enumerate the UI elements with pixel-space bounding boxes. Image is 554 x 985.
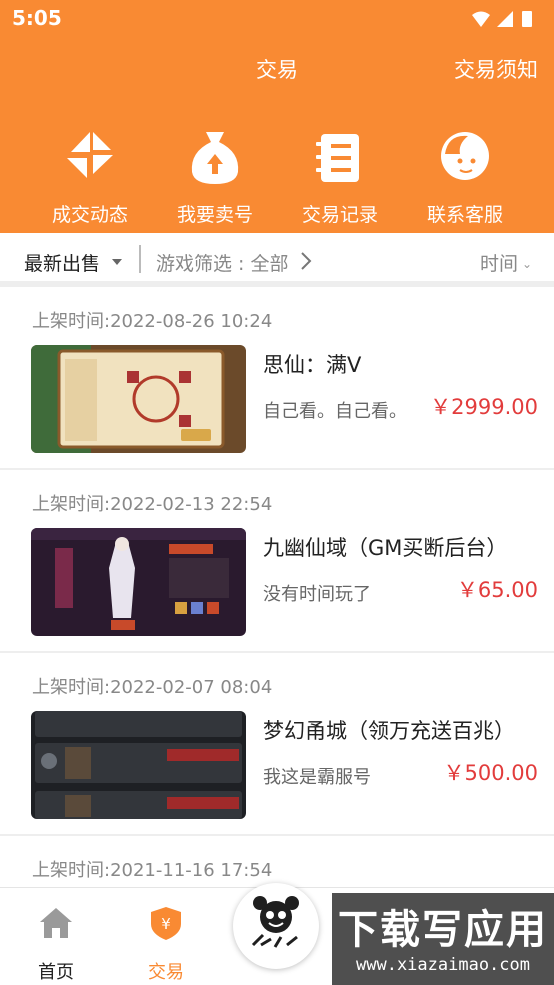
listing-item[interactable]: 上架时间:2022-02-07 08:04 梦幻甬城（领万充送百兆） 我这是霸服… [0,653,554,836]
wifi-icon [472,11,490,27]
time-sort[interactable]: 时间 [480,249,518,276]
svg-text:¥: ¥ [161,915,171,933]
customer-service-icon [441,132,489,180]
quick-action-deals[interactable]: 成交动态 [25,120,155,230]
quick-action-label: 交易记录 [301,204,378,226]
watermark-url: www.xiazaimao.com [356,955,530,975]
chevron-right-icon [301,252,312,270]
records-document-icon [316,134,359,182]
home-icon [40,908,72,938]
listing-price: ￥65.00 [456,578,538,602]
tab-home[interactable]: 首页 [16,888,96,985]
status-time: 5:05 [12,6,62,30]
watermark-title: 下载写应用 [338,907,548,953]
listing-time: 上架时间:2022-02-07 08:04 [32,677,273,698]
chevron-down-icon: ⌄ [521,257,532,271]
watermark: 下载写应用 www.xiazaimao.com [332,893,554,985]
listing-title: 梦幻甬城（领万充送百兆） [263,719,515,743]
trade-shield-icon: ¥ [151,907,181,940]
trade-notice-link[interactable]: 交易须知 [454,54,538,84]
status-bar: 5:05 [0,0,554,38]
tab-trade[interactable]: ¥ 交易 [126,888,206,985]
listing-time: 上架时间:2022-08-26 10:24 [32,311,273,332]
quick-action-label: 联系客服 [426,204,503,226]
quick-action-support[interactable]: 联系客服 [400,120,530,230]
listing-title: 思仙：满V [263,353,362,377]
listing-price: ￥500.00 [443,761,538,785]
latest-sale-dropdown[interactable]: 最新出售 [24,249,100,276]
quick-action-records[interactable]: 交易记录 [275,120,405,230]
deals-feed-icon [67,132,113,178]
listing-thumbnail [31,345,246,453]
game-filter[interactable]: 游戏筛选 : 全部 [156,249,288,276]
signal-icon [497,11,513,27]
listing-description: 没有时间玩了 [263,584,371,605]
divider [139,245,141,273]
tab-label: 交易 [148,962,184,983]
header: 5:05 交易 交易须知 成交动态 我要卖号 交易记录 联系客服 [0,0,554,233]
caret-down-icon [112,259,122,265]
listing-title: 九幽仙域（GM买断后台） [263,536,508,560]
battery-icon [522,11,532,27]
status-icons [472,11,532,27]
listing-thumbnail [31,711,246,819]
tab-label: 首页 [38,962,74,983]
quick-action-sell[interactable]: 我要卖号 [150,120,280,230]
listing-thumbnail [31,528,246,636]
quick-action-label: 成交动态 [51,204,128,226]
floating-mascot-button[interactable] [233,883,319,969]
listing-description: 自己看。自己看。 [263,401,407,422]
filter-bar: 最新出售 游戏筛选 : 全部 时间 ⌄ [0,233,554,287]
listing-time: 上架时间:2021-11-16 17:54 [32,860,273,881]
quick-actions: 成交动态 我要卖号 交易记录 联系客服 [0,120,554,230]
listing-description: 我这是霸服号 [263,767,371,788]
listing-price: ￥2999.00 [430,395,538,419]
money-bag-upload-icon [191,132,239,184]
listing-item[interactable]: 上架时间:2022-02-13 22:54 九幽仙域（GM买断后台） 没有时间玩… [0,470,554,653]
listing-item[interactable]: 上架时间:2022-08-26 10:24 思仙：满V 自己看。自己看。 ￥29… [0,287,554,470]
listing-time: 上架时间:2022-02-13 22:54 [32,494,273,515]
quick-action-label: 我要卖号 [176,204,253,226]
mascot-logo-icon [251,896,299,948]
